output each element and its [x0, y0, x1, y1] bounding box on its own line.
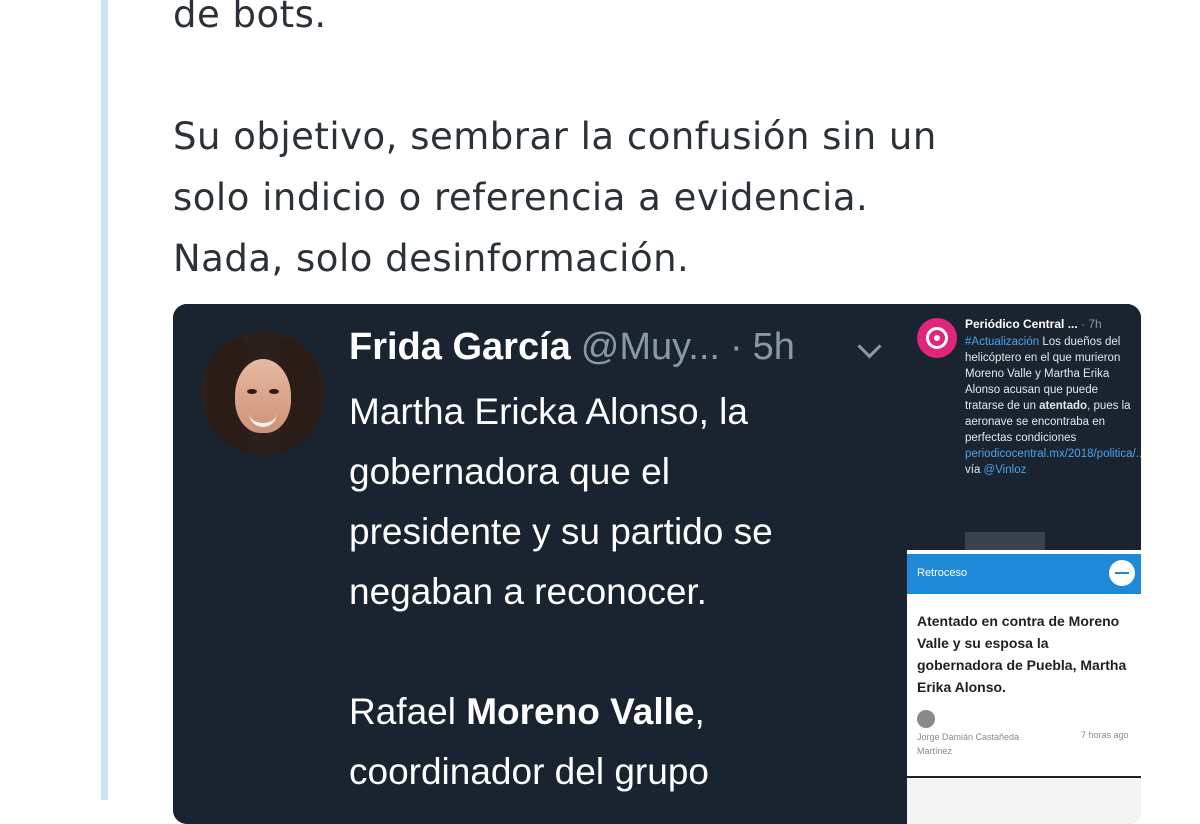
body-line: Rafael Moreno Valle, — [349, 682, 889, 742]
thread-line — [101, 0, 108, 800]
side-article: Retroceso Atentado en contra de Moreno V… — [907, 550, 1141, 824]
article-toolbar: Retroceso — [907, 554, 1141, 594]
side-tweet: Periódico Central ... · 7h #Actualizació… — [907, 304, 1141, 550]
hashtag-link[interactable]: #Actualización — [965, 336, 1039, 348]
tweet-line: Su objetivo, sembrar la confusión sin un — [173, 115, 937, 158]
embedded-tweet: Frida García @Muy... · 5h Martha Ericka … — [173, 304, 905, 824]
author-avatar — [917, 710, 935, 728]
tweet-time[interactable]: 5h — [753, 326, 795, 369]
thumbnail — [965, 532, 1045, 550]
tweet-header: Frida García @Muy... · 5h — [349, 326, 795, 376]
tweet-body: Martha Ericka Alonso, la gobernadora que… — [349, 382, 889, 802]
body-line: Martha Ericka Alonso, la — [349, 391, 748, 432]
author-name[interactable]: Frida García — [349, 326, 571, 369]
avatar[interactable] — [201, 331, 325, 455]
tweet-line: solo indicio o referencia a evidencia. — [173, 176, 869, 219]
body-bold: Moreno Valle — [466, 691, 695, 732]
article-author: Jorge Damián Castañeda Martínez — [917, 732, 1020, 756]
body-line: gobernadora que el — [349, 451, 670, 492]
article-link[interactable]: periodicocentral.mx/2018/politica/... — [965, 448, 1141, 460]
body-line: presidente y su partido se — [349, 511, 773, 552]
tweet-text: de bots. Su objetivo, sembrar la confusi… — [173, 0, 1153, 289]
tweet-line: Nada, solo desinformación. — [173, 237, 690, 280]
side-bold: atentado — [1039, 400, 1088, 412]
article-title: Atentado en contra de Moreno Valle y su … — [917, 613, 1127, 695]
side-tweet-time: · 7h — [1081, 317, 1102, 331]
side-tweet-header: Periódico Central ... · 7h — [965, 316, 1102, 332]
body-line: coordinador del grupo — [349, 751, 709, 792]
separator: · — [729, 326, 743, 368]
tweet-line: de bots. — [173, 0, 327, 36]
mention-link[interactable]: @Vinloz — [984, 464, 1027, 476]
side-text: vía — [965, 464, 984, 476]
article-footer — [907, 776, 1141, 824]
embedded-screenshot[interactable]: Frida García @Muy... · 5h Martha Ericka … — [173, 304, 1141, 824]
body-line: negaban a reconocer. — [349, 571, 707, 612]
minus-icon[interactable] — [1109, 560, 1135, 586]
back-label[interactable]: Retroceso — [917, 567, 967, 579]
side-tweet-text: #Actualización Los dueños del helicópter… — [965, 334, 1141, 478]
side-author-name[interactable]: Periódico Central ... — [965, 317, 1078, 331]
body-text: Rafael — [349, 691, 467, 732]
article-age: 7 horas ago — [1081, 730, 1129, 740]
body-text: , — [694, 691, 705, 732]
logo-icon — [917, 318, 957, 358]
chevron-down-icon[interactable] — [857, 334, 882, 359]
author-handle[interactable]: @Muy... — [581, 326, 720, 369]
